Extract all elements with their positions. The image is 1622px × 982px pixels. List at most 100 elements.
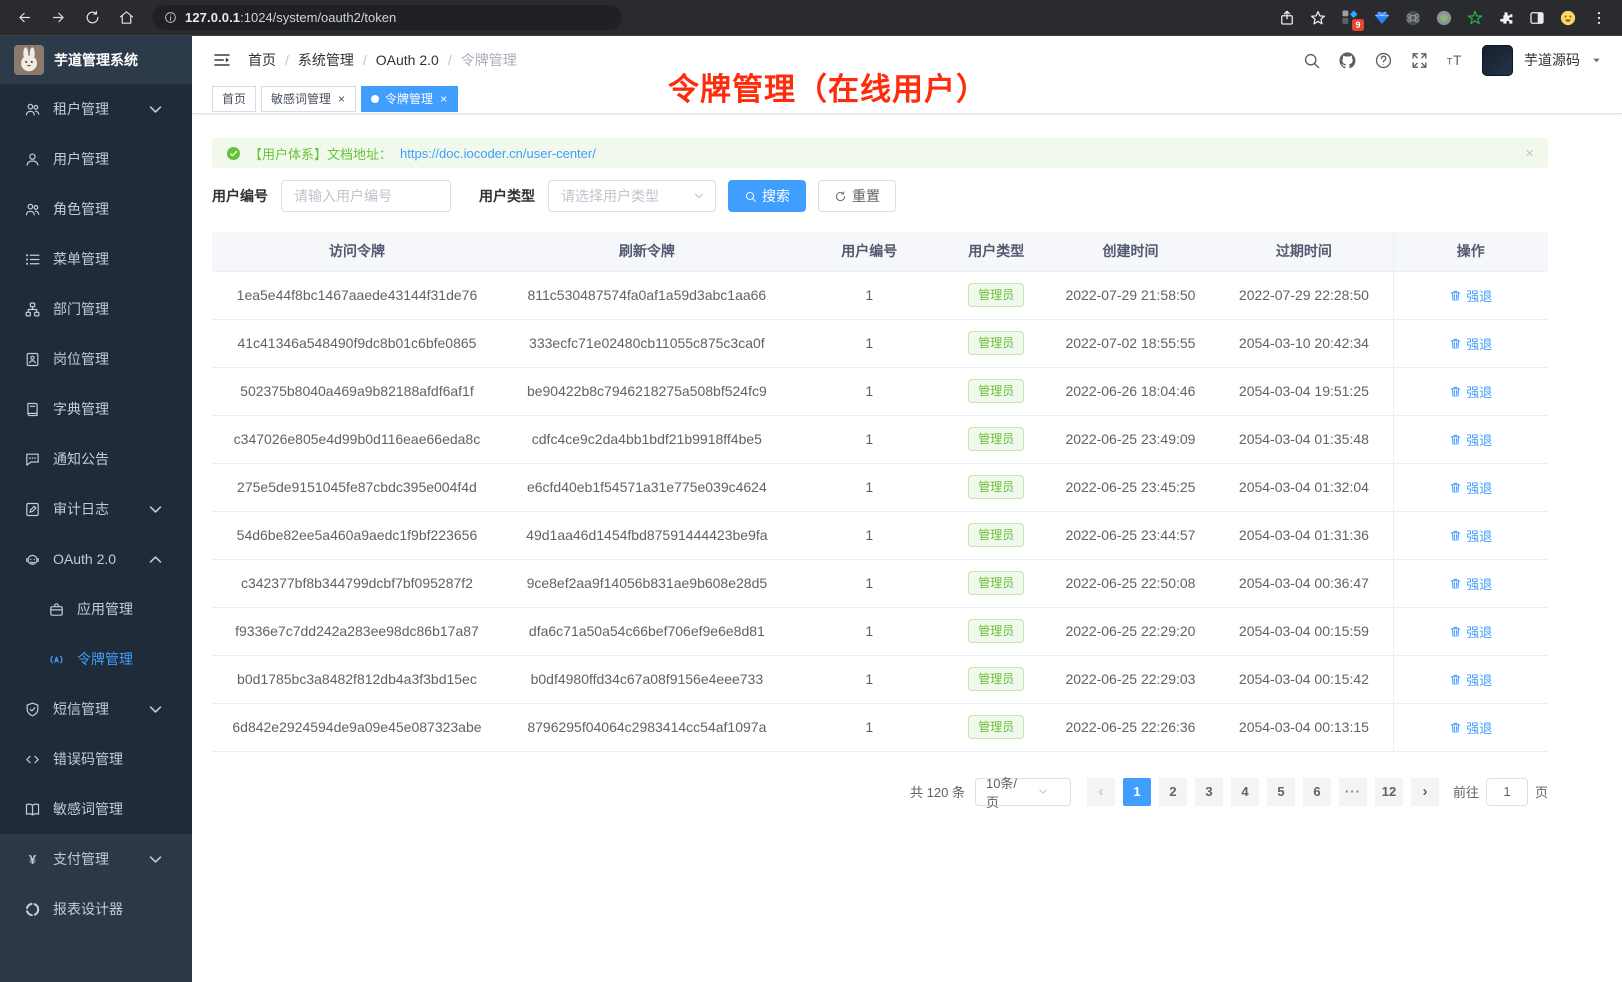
- pager-page-4[interactable]: 4: [1231, 778, 1259, 806]
- force-logout-button[interactable]: 强退: [1449, 478, 1492, 497]
- url-host: 127.0.0.1: [185, 10, 240, 25]
- gem-extension-icon[interactable]: [1373, 9, 1391, 27]
- dot-extension-icon[interactable]: [1435, 9, 1453, 27]
- breadcrumb-item[interactable]: OAuth 2.0: [376, 52, 439, 68]
- command-extension-icon[interactable]: [1404, 9, 1422, 27]
- user-avatar[interactable]: [1482, 45, 1513, 76]
- tab-close-icon[interactable]: ×: [439, 93, 448, 105]
- star-extension-icon[interactable]: [1466, 9, 1484, 27]
- extensions-puzzle-icon[interactable]: [1497, 9, 1515, 27]
- pager-more-icon[interactable]: ···: [1339, 778, 1367, 806]
- fullscreen-icon[interactable]: [1410, 51, 1429, 70]
- created-time-cell: 2022-07-02 18:55:55: [1046, 319, 1216, 367]
- browser-home-button[interactable]: [112, 4, 140, 32]
- share-icon[interactable]: [1278, 9, 1296, 27]
- breadcrumb-item[interactable]: 系统管理: [298, 50, 354, 70]
- extension-grid-icon[interactable]: 9: [1340, 8, 1360, 28]
- force-logout-button[interactable]: 强退: [1449, 718, 1492, 737]
- sidebar-item-OAuth 2.0[interactable]: OAuth 2.0: [0, 534, 192, 584]
- tab-敏感词管理[interactable]: 敏感词管理×: [261, 86, 356, 112]
- menu-icon: [24, 251, 41, 268]
- user-type-select[interactable]: 请选择用户类型: [548, 180, 716, 212]
- page-unit-label: 页: [1535, 782, 1548, 801]
- user-type-cell: 管理员: [947, 463, 1046, 511]
- user-id-input[interactable]: [281, 180, 451, 212]
- sidebar-item-字典管理[interactable]: 字典管理: [0, 384, 192, 434]
- pager-page-6[interactable]: 6: [1303, 778, 1331, 806]
- pager-next-button[interactable]: ›: [1411, 778, 1439, 806]
- goto-page-input[interactable]: [1486, 778, 1528, 806]
- app-icon: [48, 601, 65, 618]
- search-icon[interactable]: [1302, 51, 1321, 70]
- force-logout-button[interactable]: 强退: [1449, 670, 1492, 689]
- breadcrumb-separator: /: [448, 52, 452, 68]
- search-button[interactable]: 搜索: [728, 180, 806, 212]
- sidebar-item-部门管理[interactable]: 部门管理: [0, 284, 192, 334]
- expire-time-cell: 2022-07-29 22:28:50: [1215, 271, 1393, 319]
- user-id-cell: 1: [792, 367, 947, 415]
- force-logout-button[interactable]: 强退: [1449, 574, 1492, 593]
- role-icon: [24, 201, 41, 218]
- font-size-icon[interactable]: TT: [1446, 51, 1465, 70]
- user-type-label: 用户类型: [479, 186, 535, 206]
- profile-emoji-icon[interactable]: [1559, 9, 1577, 27]
- sidebar-item-租户管理[interactable]: 租户管理: [0, 84, 192, 134]
- force-logout-button[interactable]: 强退: [1449, 334, 1492, 353]
- alert-close-icon[interactable]: ×: [1525, 145, 1534, 162]
- sidebar-item-应用管理[interactable]: 应用管理: [0, 584, 192, 634]
- sidebar-item-用户管理[interactable]: 用户管理: [0, 134, 192, 184]
- browser-menu-icon[interactable]: [1590, 9, 1608, 27]
- browser-back-button[interactable]: [10, 4, 38, 32]
- tab-令牌管理[interactable]: 令牌管理×: [361, 86, 458, 112]
- pager-page-5[interactable]: 5: [1267, 778, 1295, 806]
- refresh-token-cell: 8796295f04064c2983414cc54af1097a: [502, 703, 792, 751]
- breadcrumb: 首页/系统管理/OAuth 2.0/令牌管理: [248, 50, 517, 70]
- pager-page-2[interactable]: 2: [1159, 778, 1187, 806]
- breadcrumb-item[interactable]: 首页: [248, 50, 276, 70]
- bookmark-star-icon[interactable]: [1309, 9, 1327, 27]
- browser-forward-button[interactable]: [44, 4, 72, 32]
- sidebar-item-错误码管理[interactable]: 错误码管理: [0, 734, 192, 784]
- sidebar-item-令牌管理[interactable]: 令牌管理: [0, 634, 192, 684]
- sidebar-item-短信管理[interactable]: 短信管理: [0, 684, 192, 734]
- sidebar-item-岗位管理[interactable]: 岗位管理: [0, 334, 192, 384]
- hamburger-icon[interactable]: [212, 50, 232, 70]
- pager-prev-button[interactable]: ‹: [1087, 778, 1115, 806]
- app-logo[interactable]: 芋道管理系统: [0, 36, 192, 84]
- access-token-cell: 502375b8040a469a9b82188afdf6af1f: [212, 367, 502, 415]
- column-header: 访问令牌: [212, 232, 502, 271]
- address-bar[interactable]: 127.0.0.1:1024/system/oauth2/token: [152, 5, 622, 30]
- force-logout-button[interactable]: 强退: [1449, 286, 1492, 305]
- sidebar-item-报表设计器[interactable]: 报表设计器: [0, 884, 192, 934]
- sidebar-item-菜单管理[interactable]: 菜单管理: [0, 234, 192, 284]
- sidebar-item-通知公告[interactable]: 通知公告: [0, 434, 192, 484]
- reset-button[interactable]: 重置: [818, 180, 896, 212]
- sidebar-item-敏感词管理[interactable]: 敏感词管理: [0, 784, 192, 834]
- help-icon[interactable]: [1374, 51, 1393, 70]
- split-view-icon[interactable]: [1528, 9, 1546, 27]
- pager-page-12[interactable]: 12: [1375, 778, 1403, 806]
- tab-close-icon[interactable]: ×: [337, 93, 346, 105]
- doc-link[interactable]: https://doc.iocoder.cn/user-center/: [400, 146, 596, 161]
- table-row: c342377bf8b344799dcbf7bf095287f29ce8ef2a…: [212, 559, 1548, 607]
- audit-icon: [24, 501, 41, 518]
- github-icon[interactable]: [1338, 51, 1357, 70]
- force-logout-button[interactable]: 强退: [1449, 526, 1492, 545]
- sidebar-item-label: 租户管理: [53, 99, 109, 119]
- browser-reload-button[interactable]: [78, 4, 106, 32]
- caret-down-icon[interactable]: [1591, 55, 1602, 66]
- sidebar-item-审计日志[interactable]: 审计日志: [0, 484, 192, 534]
- page-size-select[interactable]: 10条/页: [975, 778, 1071, 806]
- breadcrumb-separator: /: [363, 52, 367, 68]
- sidebar-item-支付管理[interactable]: ¥支付管理: [0, 834, 192, 884]
- tab-首页[interactable]: 首页: [212, 86, 256, 112]
- pager-page-1[interactable]: 1: [1123, 778, 1151, 806]
- force-logout-button[interactable]: 强退: [1449, 382, 1492, 401]
- trash-icon: [1449, 433, 1462, 446]
- user-type-cell: 管理员: [947, 703, 1046, 751]
- force-logout-button[interactable]: 强退: [1449, 622, 1492, 641]
- force-logout-button[interactable]: 强退: [1449, 430, 1492, 449]
- pager-page-3[interactable]: 3: [1195, 778, 1223, 806]
- info-icon: [164, 11, 177, 24]
- sidebar-item-角色管理[interactable]: 角色管理: [0, 184, 192, 234]
